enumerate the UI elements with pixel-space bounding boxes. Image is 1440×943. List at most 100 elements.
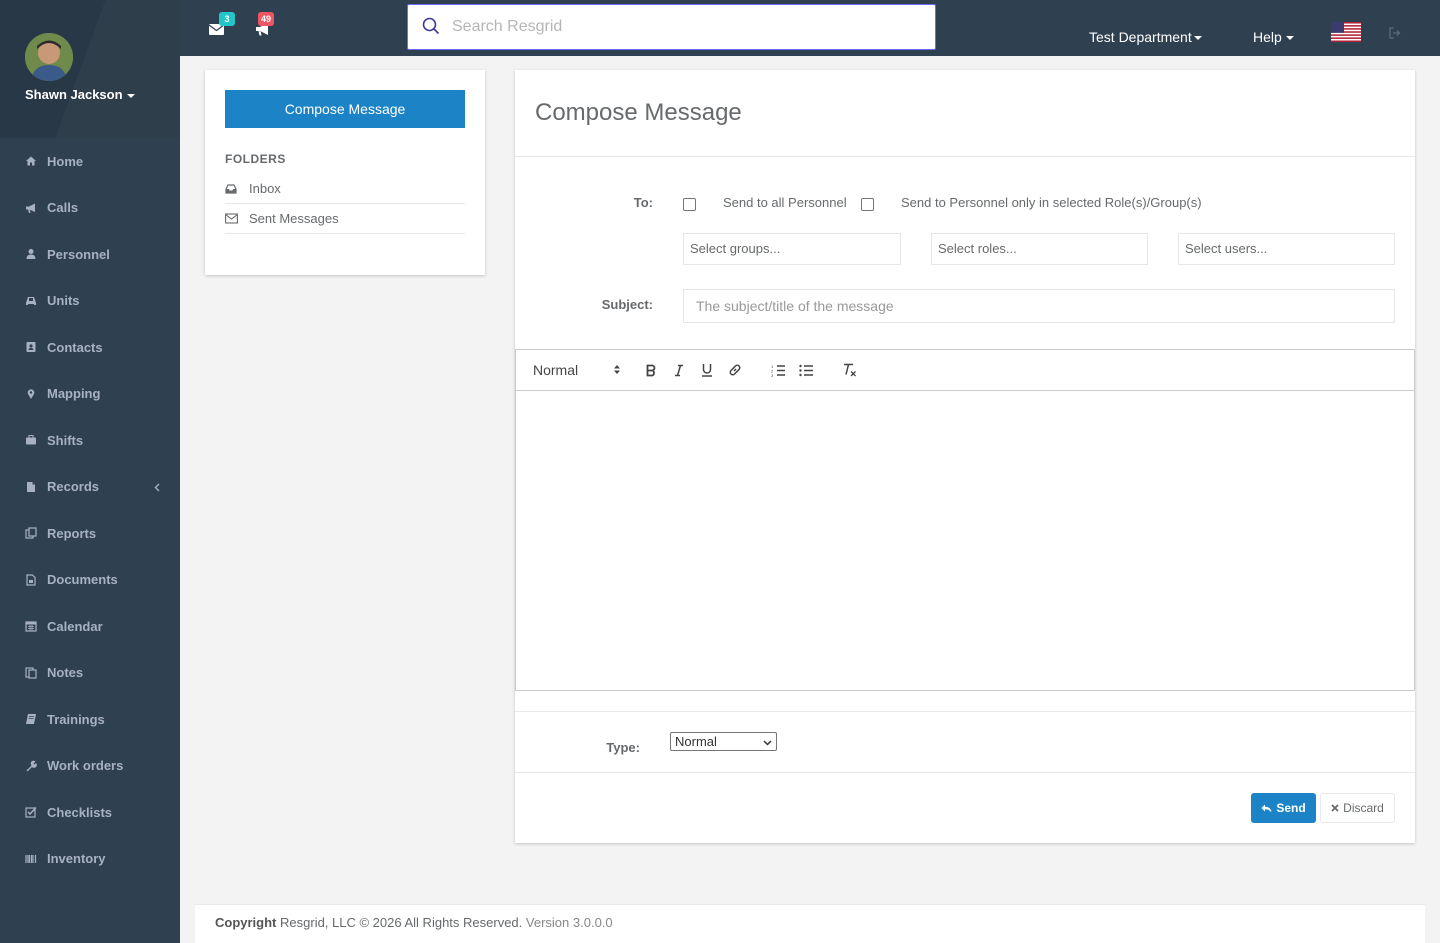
bullet-list-button[interactable]	[798, 360, 814, 380]
sidebar-item-label: Reports	[47, 525, 97, 541]
copyright-bold: Copyright	[215, 915, 277, 930]
user-name: Shawn Jackson	[25, 87, 123, 102]
folders-heading: FOLDERS	[225, 152, 286, 166]
format-select[interactable]: Normal	[533, 360, 621, 380]
truck-icon	[25, 295, 37, 307]
profile-header: Shawn Jackson	[0, 0, 180, 138]
checklist-icon	[25, 806, 37, 818]
send-label: Send	[1276, 801, 1306, 815]
page-title: Compose Message	[535, 99, 742, 126]
help-label: Help	[1253, 29, 1282, 45]
send-all-checkbox[interactable]	[683, 198, 696, 211]
caret-down-icon	[126, 93, 135, 98]
sidebar-item-label: Calendar	[47, 618, 103, 634]
groups-select[interactable]: Select groups...	[683, 233, 901, 265]
reply-icon	[1261, 804, 1272, 813]
us-flag-icon[interactable]	[1331, 22, 1361, 42]
send-button[interactable]: Send	[1251, 793, 1316, 823]
file-icon	[25, 481, 37, 493]
sidebar-item-label: Checklists	[47, 804, 113, 820]
editor-toolbar: Normal 123	[516, 350, 1414, 391]
underline-button[interactable]	[699, 360, 715, 380]
sidebar-item-work-orders[interactable]: Work orders	[0, 743, 180, 790]
barcode-icon	[25, 853, 37, 865]
rich-text-editor: Normal 123	[515, 349, 1415, 691]
reports-icon	[25, 527, 37, 539]
search-box	[407, 4, 936, 50]
sidebar-item-label: Inventory	[47, 851, 106, 867]
help-dropdown[interactable]: Help	[1253, 29, 1294, 45]
italic-button[interactable]	[671, 360, 687, 380]
sidebar-item-documents[interactable]: Documents	[0, 557, 180, 604]
type-value: Normal	[675, 734, 717, 749]
discard-label: Discard	[1343, 801, 1384, 815]
roles-select[interactable]: Select roles...	[931, 233, 1148, 265]
bold-button[interactable]	[643, 360, 659, 380]
ordered-list-icon: 123	[771, 364, 785, 377]
sidebar-item-label: Home	[47, 153, 84, 169]
italic-icon	[675, 364, 683, 376]
sidebar-item-label: Work orders	[47, 758, 124, 774]
ordered-list-button[interactable]: 123	[770, 360, 786, 380]
link-button[interactable]	[727, 360, 743, 380]
sidebar-item-inventory[interactable]: Inventory	[0, 836, 180, 883]
clear-format-icon	[843, 363, 856, 377]
briefcase-icon	[25, 434, 37, 446]
sidebar-item-contacts[interactable]: Contacts	[0, 324, 180, 371]
discard-button[interactable]: Discard	[1320, 793, 1395, 823]
type-select[interactable]: Normal	[670, 732, 777, 751]
sidebar-item-checklists[interactable]: Checklists	[0, 789, 180, 836]
sidebar-item-reports[interactable]: Reports	[0, 510, 180, 557]
subject-input[interactable]: The subject/title of the message	[683, 289, 1395, 323]
sidebar-item-label: Personnel	[47, 246, 110, 262]
department-dropdown[interactable]: Test Department	[1089, 29, 1202, 45]
user-icon	[25, 248, 37, 260]
sidebar-item-personnel[interactable]: Personnel	[0, 231, 180, 278]
sidebar-item-mapping[interactable]: Mapping	[0, 371, 180, 418]
logout-icon[interactable]	[1389, 27, 1401, 39]
users-select[interactable]: Select users...	[1178, 233, 1395, 265]
search-input[interactable]	[452, 18, 892, 36]
contact-icon	[25, 341, 37, 353]
sidebar-item-units[interactable]: Units	[0, 278, 180, 325]
sidebar-item-label: Trainings	[47, 711, 105, 727]
caret-down-icon	[1193, 36, 1202, 41]
divider	[515, 772, 1415, 773]
svg-text:3: 3	[771, 373, 774, 377]
notes-icon	[25, 667, 37, 679]
sidebar-item-calendar[interactable]: Calendar	[0, 603, 180, 650]
sidebar: Shawn Jackson Home Calls Personnel Units…	[0, 0, 180, 900]
folder-label: Sent Messages	[249, 211, 339, 226]
divider	[515, 711, 1415, 712]
sidebar-nav: Home Calls Personnel Units Contacts Mapp…	[0, 138, 180, 882]
sidebar-item-label: Notes	[47, 665, 84, 681]
sidebar-item-calls[interactable]: Calls	[0, 185, 180, 232]
send-selected-checkbox[interactable]	[861, 198, 874, 211]
sidebar-item-home[interactable]: Home	[0, 138, 180, 185]
folder-sent-messages[interactable]: Sent Messages	[225, 204, 465, 234]
compose-message-button[interactable]: Compose Message	[225, 90, 465, 128]
updown-icon	[613, 362, 621, 378]
page-footer: Copyright Resgrid, LLC © 2026 All Rights…	[195, 904, 1425, 943]
compose-panel: Compose Message To: Send to all Personne…	[515, 70, 1415, 843]
sidebar-item-records[interactable]: Records	[0, 464, 180, 511]
bullhorn-icon	[25, 202, 37, 214]
sidebar-item-notes[interactable]: Notes	[0, 650, 180, 697]
editor-content-area[interactable]	[516, 391, 1414, 690]
sidebar-item-label: Documents	[47, 572, 118, 588]
sidebar-item-shifts[interactable]: Shifts	[0, 417, 180, 464]
department-label: Test Department	[1089, 29, 1192, 45]
to-label: To:	[633, 195, 653, 210]
sidebar-item-trainings[interactable]: Trainings	[0, 696, 180, 743]
inbox-icon	[225, 183, 239, 195]
wrench-icon	[25, 760, 37, 772]
envelope-icon	[225, 213, 239, 224]
profile-name-dropdown[interactable]: Shawn Jackson	[25, 87, 135, 102]
underline-icon	[702, 364, 712, 377]
clear-format-button[interactable]	[841, 360, 857, 380]
calendar-icon	[25, 620, 37, 632]
avatar[interactable]	[25, 33, 73, 81]
folders-panel: Compose Message FOLDERS Inbox Sent Messa…	[205, 70, 485, 275]
folder-inbox[interactable]: Inbox	[225, 174, 465, 204]
top-navbar: 3 49 Test Department Help	[180, 0, 1440, 56]
